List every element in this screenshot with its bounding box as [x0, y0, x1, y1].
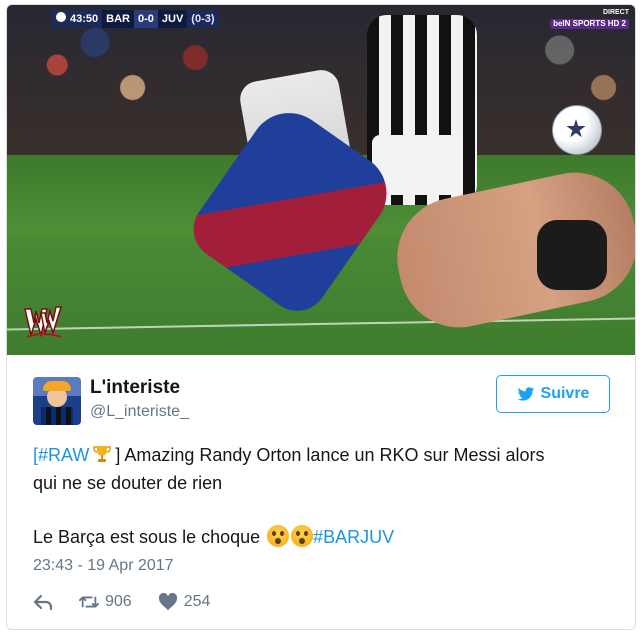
football-icon: [552, 105, 602, 155]
tweet-body: L'interiste @L_interiste_ Suivre [#RAW ]…: [7, 355, 635, 629]
avatar[interactable]: [33, 377, 81, 425]
twitter-bird-icon: [517, 386, 534, 401]
display-name[interactable]: L'interiste: [90, 377, 180, 399]
astonished-face-icon: [267, 525, 290, 547]
ball-icon: [55, 11, 67, 23]
tweet-timestamp[interactable]: 23:43 - 19 Apr 2017: [33, 557, 174, 575]
tweet-actions: 906 254: [33, 593, 236, 611]
raw-hashtag[interactable]: [#RAW: [33, 445, 89, 465]
reply-button[interactable]: [33, 593, 53, 611]
scorebug: 43:50 BAR 0-0 JUV (0-3): [51, 10, 219, 28]
bein-sports-logo: beIN SPORTS HD 2: [550, 19, 629, 29]
scorebug-aggregate: (0-3): [187, 10, 219, 28]
astonished-face-icon: [291, 525, 314, 547]
avatar-hat: [43, 381, 71, 391]
trophy-icon: [93, 446, 112, 462]
scorebug-away: JUV: [157, 10, 188, 28]
tweet-media-image[interactable]: 43:50 BAR 0-0 JUV (0-3) DIRECT beIN SPOR…: [7, 5, 635, 355]
tweet-text: [#RAW ] Amazing Randy Orton lance un RKO…: [33, 441, 618, 551]
follow-label: Suivre: [540, 385, 590, 402]
user-handle[interactable]: @L_interiste_: [90, 403, 189, 421]
tweet-line-2: qui ne se douter de rien: [33, 473, 223, 493]
retweet-button[interactable]: 906: [79, 593, 132, 611]
tweet-line-1: [#RAW ] Amazing Randy Orton lance un RKO…: [33, 441, 618, 469]
retweet-icon: [79, 596, 99, 608]
scorebug-score: 0-0: [133, 10, 158, 28]
wrestler-trunks: [537, 220, 607, 290]
broadcaster-logo: DIRECT beIN SPORTS HD 2: [550, 9, 629, 29]
tweet-line-3: Le Barça est sous le choque #BARJUV: [33, 523, 618, 551]
avatar-body: [41, 407, 73, 425]
heart-icon: [158, 593, 177, 610]
barjuv-hashtag[interactable]: #BARJUV: [313, 527, 394, 547]
wwe-logo-icon: [24, 306, 63, 338]
scorebug-home: BAR: [102, 10, 134, 28]
like-button[interactable]: 254: [158, 593, 211, 611]
follow-button[interactable]: Suivre: [496, 375, 610, 413]
retweet-count: 906: [105, 593, 132, 610]
scorebug-time-text: 43:50: [70, 13, 99, 25]
tweet-card: 43:50 BAR 0-0 JUV (0-3) DIRECT beIN SPOR…: [6, 4, 636, 630]
like-count: 254: [183, 593, 211, 610]
tweet-line-1-text: ] Amazing Randy Orton lance un RKO sur M…: [115, 445, 545, 465]
scorebug-time: 43:50: [51, 10, 103, 28]
tweet-line-3-text: Le Barça est sous le choque: [33, 527, 266, 547]
live-label: DIRECT: [602, 9, 629, 16]
reply-icon: [33, 594, 53, 611]
